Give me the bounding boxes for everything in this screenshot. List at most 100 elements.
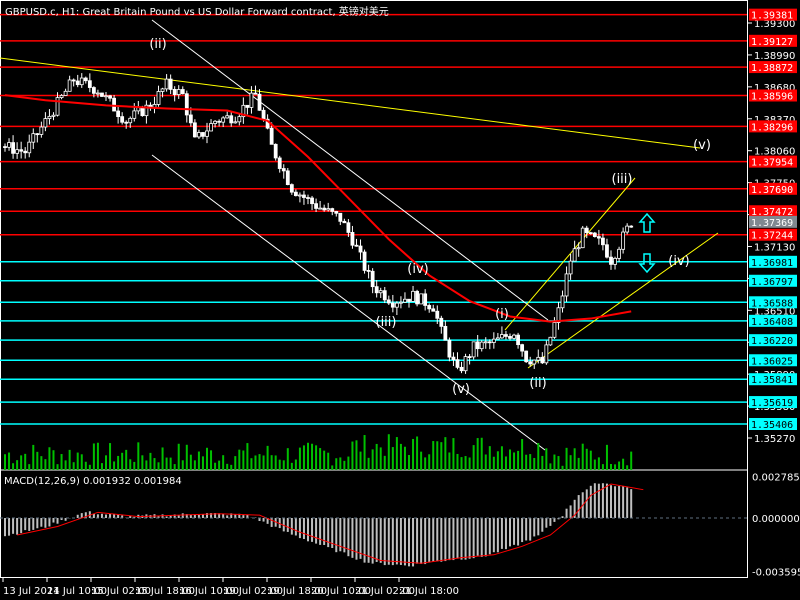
candle-body [475, 341, 480, 350]
candle-body [621, 231, 626, 250]
candle-body [229, 115, 234, 124]
chart-frame [0, 0, 748, 578]
candle-body [609, 256, 613, 265]
candle-body [528, 361, 533, 365]
candle-body [479, 341, 484, 350]
candle-body [35, 133, 40, 136]
cyan-level-value: 1.36408 [751, 317, 793, 328]
trend-line-impulse [504, 177, 636, 331]
cyan-level-value: 1.35406 [751, 420, 793, 431]
candle-body [366, 270, 371, 272]
candle-body [358, 245, 363, 253]
candle-body [79, 77, 84, 86]
wave-label: (iii) [612, 172, 633, 187]
red-level-value: 1.37690 [751, 185, 793, 196]
cyan-level-value: 1.36220 [751, 336, 793, 347]
wave-label: (iv) [668, 254, 689, 269]
time-label: 21 Jul 18:00 [399, 586, 459, 597]
candle-body [245, 104, 250, 108]
candle-body [407, 298, 411, 302]
candle-body [471, 341, 476, 358]
candle-body [128, 117, 133, 124]
candle-body [342, 220, 347, 224]
channel-line-upper [151, 19, 549, 321]
candle-body [596, 236, 601, 239]
candle-body [560, 295, 565, 309]
candle-body [374, 286, 379, 294]
candle-body [217, 120, 222, 123]
candle-body [415, 290, 419, 305]
candle-body [285, 170, 290, 186]
wave-label: (ii) [149, 37, 166, 52]
candle-body [237, 116, 242, 123]
red-level-value: 1.38872 [751, 63, 793, 74]
candle-body [59, 95, 64, 99]
candle-body [209, 123, 213, 132]
candle-body [532, 359, 537, 365]
candle-body [568, 260, 573, 275]
candle-body [516, 334, 520, 346]
cyan-level-value: 1.36588 [751, 298, 793, 309]
candle-body [322, 207, 327, 211]
candle-body [298, 194, 302, 197]
candle-body [330, 208, 335, 212]
macd-tick-label: 0.002785 [752, 473, 800, 484]
candle-body [289, 184, 294, 193]
candle-body [261, 109, 266, 120]
candle-body [87, 80, 92, 88]
candle-body [302, 194, 306, 198]
red-level-value: 1.37244 [751, 231, 793, 242]
candle-body [233, 121, 238, 124]
candle-body [116, 110, 121, 118]
wave-label: (iv) [407, 262, 428, 277]
candle-body [51, 114, 56, 117]
candle-body [249, 92, 254, 108]
candle-body [520, 344, 525, 352]
candle-body [91, 87, 96, 94]
candle-body [572, 248, 577, 262]
candle-body [168, 78, 173, 90]
candle-body [617, 248, 621, 259]
candle-body [112, 97, 116, 112]
candle-body [524, 350, 529, 363]
wave-label: (ii) [529, 376, 546, 391]
candle-body [7, 142, 11, 148]
candle-body [43, 118, 48, 128]
candle-body [629, 225, 634, 228]
price-chart[interactable]: 1.393001.389901.386801.383701.380601.377… [0, 0, 800, 600]
candle-body [601, 237, 605, 246]
candle-body [423, 293, 428, 306]
candle-body [467, 356, 472, 358]
candle-body [386, 299, 391, 304]
candle-body [419, 293, 424, 305]
candle-body [504, 334, 508, 337]
candle-body [23, 150, 28, 154]
candle-body [277, 157, 282, 169]
candle-body [500, 334, 504, 339]
candle-body [3, 146, 7, 148]
candle-body [108, 95, 112, 99]
candle-body [132, 110, 137, 119]
cyan-level-value: 1.35619 [751, 398, 793, 409]
candle-body [435, 310, 440, 319]
candle-body [334, 211, 339, 214]
candle-body [487, 341, 492, 344]
candle-body [512, 334, 516, 339]
candle-body [564, 273, 569, 297]
candle-body [67, 79, 72, 92]
candle-body [326, 208, 331, 211]
candle-body [362, 251, 367, 271]
candle-body [540, 356, 545, 364]
current-price-value: 1.37369 [751, 218, 793, 229]
candle-body [354, 244, 359, 247]
candle-body [427, 305, 432, 310]
candle-body [613, 257, 617, 265]
red-level-value: 1.37954 [751, 158, 793, 169]
candle-body [625, 225, 630, 233]
candle-body [576, 247, 581, 250]
candle-body [273, 143, 278, 159]
candle-body [31, 133, 36, 143]
candle-body [221, 117, 226, 123]
red-level-value: 1.39127 [751, 37, 793, 48]
candle-body [338, 212, 343, 222]
